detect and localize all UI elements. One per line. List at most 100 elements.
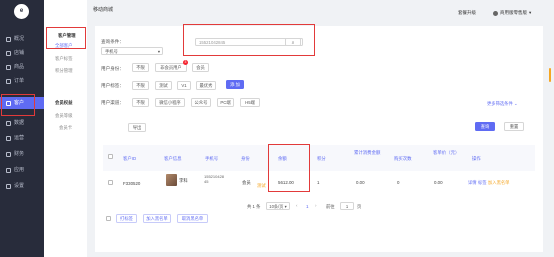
row-total-spend: 0.00 <box>356 180 365 185</box>
channel-option-mini-program[interactable]: 微信小程序 <box>155 98 185 107</box>
pager-page-unit: 页 <box>357 204 362 209</box>
chevron-down-icon: ▾ <box>284 204 287 209</box>
chevron-down-icon: ▾ <box>157 49 160 54</box>
reset-button[interactable]: 重置 <box>504 122 524 131</box>
shop-icon <box>6 50 11 56</box>
sidebar-item-home[interactable]: 概况 <box>0 33 44 45</box>
chevron-down-icon: ⌄ <box>513 101 518 106</box>
identity-option-all[interactable]: 不限 <box>132 63 149 72</box>
prev-page-icon[interactable]: ‹ <box>296 203 298 208</box>
more-filters-link[interactable]: 更多筛选条件 ⌄ <box>487 101 518 107</box>
sidebar-item-label: 订单 <box>14 78 25 84</box>
channel-label: 用户渠道： <box>101 100 124 105</box>
column-header-phone: 手机号 <box>205 156 219 161</box>
sidebar-item-money[interactable]: 财务 <box>0 148 44 160</box>
bulk-tag-button[interactable]: 打标签 <box>116 214 137 223</box>
row-checkbox[interactable] <box>108 180 113 185</box>
identity-option-non-member[interactable]: 非会员用户 <box>155 63 187 72</box>
channel-option-h5[interactable]: H5端 <box>240 98 260 107</box>
highlight-box-all-customers <box>46 27 86 49</box>
next-page-icon[interactable]: › <box>315 203 317 208</box>
customer-list-panel: 查询条件： 手机号 ▾ 15521042845 ⌕ 用户身份： 不限 非会员用户… <box>95 26 543 252</box>
sidebar-item-order[interactable]: 订单 <box>0 75 44 87</box>
order-icon <box>6 78 11 84</box>
pager-current-page[interactable]: 1 <box>306 204 309 209</box>
tag-option-best[interactable]: 最优秀 <box>196 81 216 90</box>
sidebar-item-chart[interactable]: 数据 <box>0 117 44 129</box>
sidebar-item-label: 数据 <box>14 120 25 126</box>
row-phone: 15521042845 <box>204 174 225 184</box>
upgrade-link[interactable]: 套餐升级 <box>458 10 476 16</box>
user-menu[interactable]: 商用版零售版 ▾ <box>493 10 531 16</box>
page-scrollbar[interactable] <box>549 68 551 82</box>
highlight-box-customer-nav <box>1 94 35 116</box>
row-orders: 0 <box>397 180 400 185</box>
query-type-select[interactable]: 手机号 ▾ <box>101 47 163 55</box>
pager-size-value: 10条/页 <box>269 204 284 209</box>
sidebar-item-apps[interactable]: 应用 <box>0 164 44 176</box>
more-filters-label: 更多筛选条件 <box>487 101 513 106</box>
sidebar-item-shop[interactable]: 店铺 <box>0 47 44 59</box>
row-action-tag[interactable]: 标签 <box>478 180 487 186</box>
pager-size-select[interactable]: 10条/页 ▾ <box>266 202 290 210</box>
bulk-blacklist-button[interactable]: 加入黑名单 <box>143 214 171 223</box>
identity-label: 用户身份： <box>101 66 124 71</box>
sidebar-item-gear[interactable]: 设置 <box>0 180 44 192</box>
query-type-value: 手机号 <box>105 49 118 54</box>
tag-option-v1[interactable]: V1 <box>177 81 191 90</box>
channel-option-all[interactable]: 不限 <box>132 98 149 107</box>
identity-option-member[interactable]: 会员 <box>192 63 209 72</box>
column-header-orders[interactable]: 购买次数 <box>394 156 412 162</box>
column-header-total-spend[interactable]: 累计消费金额 <box>354 150 384 156</box>
user-name: 商用版零售版 <box>500 10 527 15</box>
highlight-box-balance <box>268 144 310 192</box>
row-action-blacklist[interactable]: 加入黑名单 <box>488 180 509 186</box>
app-title: 移动商城 <box>93 7 114 13</box>
submenu-item-member-level[interactable]: 会员等级 <box>55 113 73 119</box>
row-identity: 会员 <box>242 180 251 185</box>
highlight-box-query-input <box>183 24 315 56</box>
submenu-group-membership: 会员权益 <box>55 100 73 105</box>
avatar <box>493 10 498 16</box>
sidebar-item-label: 运营 <box>14 135 25 141</box>
sidebar-item-goods[interactable]: 商品 <box>0 61 44 73</box>
pager-goto-input[interactable]: 1 <box>340 202 354 210</box>
chart-icon <box>6 120 11 126</box>
sidebar-item-label: 店铺 <box>14 50 25 56</box>
tag-option-test[interactable]: 测试 <box>155 81 172 90</box>
sidebar-item-label: 概况 <box>14 36 25 42</box>
column-header-id: 客户ID <box>123 156 137 161</box>
sidebar-item-label: 商品 <box>14 64 25 70</box>
channel-option-official-account[interactable]: 公众号 <box>191 98 211 107</box>
submenu-item-member-card[interactable]: 会员卡 <box>59 125 72 131</box>
column-header-unit-price[interactable]: 客单价（元） <box>433 150 465 156</box>
chevron-down-icon: ▾ <box>529 10 532 15</box>
pager-goto-label: 前往 <box>326 204 335 209</box>
search-button[interactable]: 查询 <box>475 122 495 131</box>
bulk-select-checkbox[interactable] <box>106 216 111 221</box>
sidebar-item-label: 应用 <box>14 167 25 173</box>
tag-label: 用户标签： <box>101 83 124 88</box>
apps-icon <box>6 167 11 173</box>
column-header-points[interactable]: 积分 <box>317 156 326 162</box>
export-button[interactable]: 导出 <box>128 123 146 132</box>
query-label: 查询条件： <box>101 39 124 44</box>
bulk-unblacklist-button[interactable]: 取消黑名单 <box>177 214 208 223</box>
select-all-checkbox[interactable] <box>108 154 113 159</box>
row-action-detail[interactable]: 详情 <box>468 180 477 186</box>
row-customer-name[interactable]: 李科 <box>179 178 188 184</box>
row-points: 1 <box>317 180 320 185</box>
sidebar-item-gift[interactable]: 运营 <box>0 132 44 144</box>
row-customer-id: F330520 <box>123 181 141 186</box>
goods-icon <box>6 64 11 70</box>
channel-option-pc[interactable]: PC端 <box>217 98 234 107</box>
gear-icon <box>6 183 11 189</box>
identity-count-badge: 3 <box>183 60 188 65</box>
add-tag-button[interactable]: 添 加 <box>226 80 244 89</box>
tag-option-all[interactable]: 不限 <box>132 81 149 90</box>
submenu-item-points[interactable]: 积分管理 <box>55 68 73 74</box>
row-unit-price: 0.00 <box>434 180 443 185</box>
submenu-item-customer-tags[interactable]: 客户标签 <box>55 56 73 62</box>
money-icon <box>6 151 11 157</box>
sidebar-item-label: 设置 <box>14 183 25 189</box>
